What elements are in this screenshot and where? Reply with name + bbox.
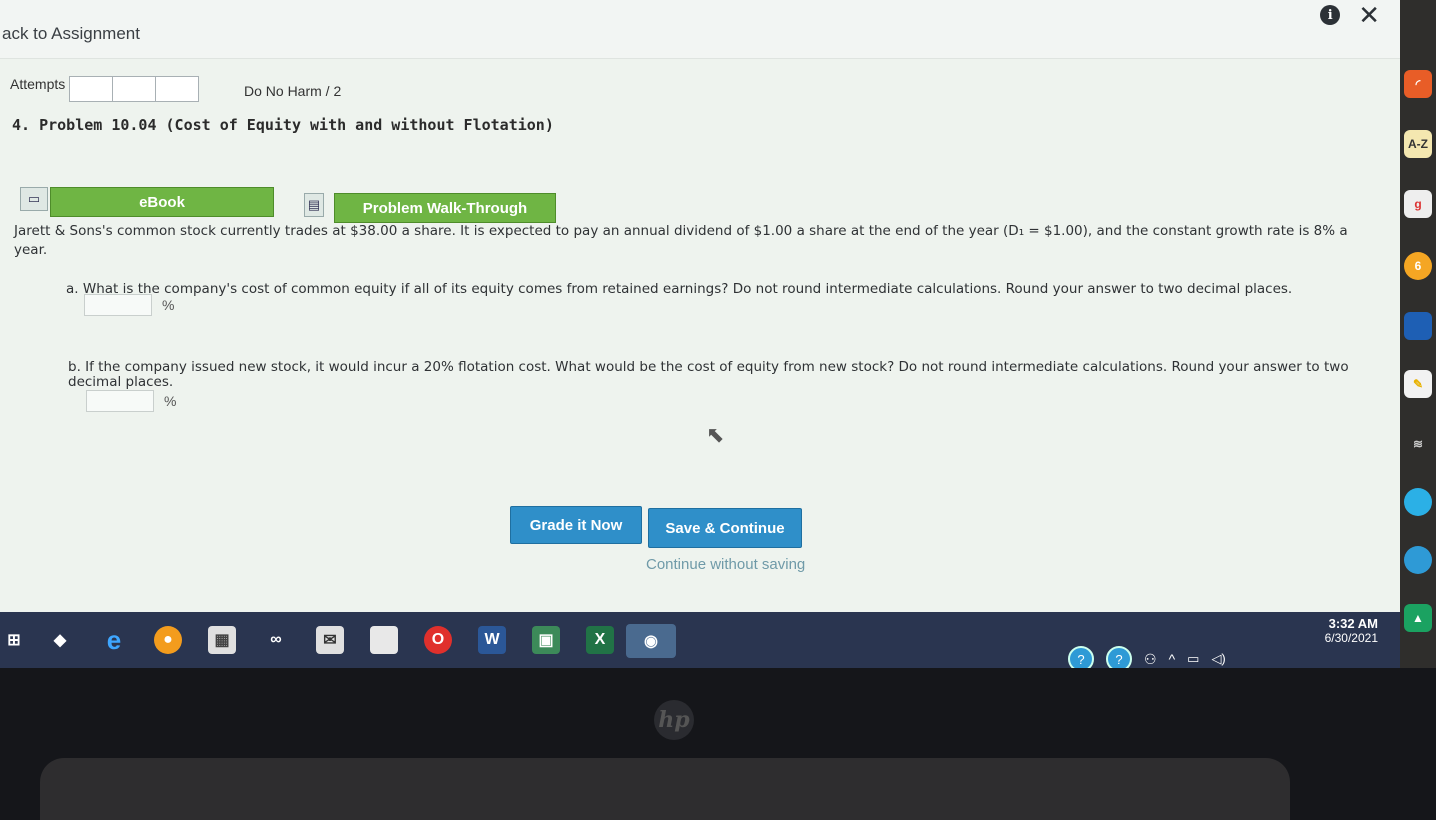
firefox-icon[interactable]: ● <box>154 626 182 654</box>
rss-icon[interactable]: ◜ <box>1404 70 1432 98</box>
attempt-box <box>70 77 114 101</box>
wireless-icon[interactable]: ≋ <box>1404 430 1432 458</box>
chrome-icon[interactable]: ◉ <box>626 624 676 658</box>
attempt-boxes <box>69 76 200 102</box>
part-b-input[interactable] <box>86 390 154 412</box>
film-icon: ▤ <box>304 193 324 217</box>
header-icons: i ✕ <box>1320 2 1380 28</box>
problem-walkthrough-button[interactable]: Problem Walk-Through <box>334 193 556 223</box>
six-icon[interactable]: 6 <box>1404 252 1432 280</box>
edge-icon[interactable]: e <box>100 625 128 655</box>
drive-icon[interactable]: ▲ <box>1404 604 1432 632</box>
save-and-continue-button[interactable]: Save & Continue <box>648 508 802 548</box>
opera-icon[interactable]: O <box>424 626 452 654</box>
mouse-cursor-icon: ⬉ <box>706 422 725 447</box>
chevron-up-icon[interactable]: ^ <box>1169 651 1176 667</box>
problem-stem: Jarett & Sons's common stock currently t… <box>14 223 1348 258</box>
assignment-header: ack to Assignment i ✕ <box>0 0 1400 59</box>
close-icon[interactable]: ✕ <box>1358 2 1380 28</box>
laptop-bezel: hp <box>0 668 1436 820</box>
excel-icon[interactable]: X <box>586 626 614 654</box>
blue-app-icon[interactable] <box>1404 488 1432 516</box>
az-icon[interactable]: A-Z <box>1404 130 1432 158</box>
part-b-answer-row: % <box>86 390 176 412</box>
attempt-box <box>113 77 157 101</box>
percent-unit: % <box>164 393 177 409</box>
store-icon[interactable]: ▦ <box>208 626 236 654</box>
people-icon[interactable]: ⚇ <box>1144 651 1157 668</box>
document-icon[interactable] <box>370 626 398 654</box>
attempts-row: Attempts <box>10 76 200 102</box>
attempts-label: Attempts <box>10 76 66 92</box>
grade-it-now-button[interactable]: Grade it Now <box>510 506 642 544</box>
part-a-answer-row: % <box>84 294 174 316</box>
word-icon[interactable]: W <box>478 626 506 654</box>
info-icon[interactable]: i <box>1320 5 1341 25</box>
photos-icon[interactable]: ▣ <box>532 626 560 654</box>
notebook-icon[interactable] <box>1404 312 1432 340</box>
dropbox-icon[interactable]: ◆ <box>46 626 74 654</box>
problem-title: 4. Problem 10.04 (Cost of Equity with an… <box>12 116 554 134</box>
browser-viewport: ack to Assignment i ✕ Attempts Do No Har… <box>0 0 1400 612</box>
side-dock: ◜ A-Z g 6 ✎ ≋ ▲ <box>1400 0 1436 668</box>
continue-without-saving-link[interactable]: Continue without saving <box>646 556 805 573</box>
clock-date: 6/30/2021 <box>1324 631 1378 645</box>
task-view-icon[interactable]: ⊞ <box>0 626 28 654</box>
back-to-assignment-link[interactable]: ack to Assignment <box>2 24 140 44</box>
system-clock[interactable]: 3:32 AM 6/30/2021 <box>1325 616 1378 645</box>
attempt-box <box>156 77 198 101</box>
hp-logo-icon: hp <box>654 700 694 740</box>
mail-icon[interactable]: ✉ <box>316 626 344 654</box>
ebook-button[interactable]: eBook <box>50 187 274 217</box>
part-a-question: a. What is the company's cost of common … <box>66 281 1293 297</box>
part-b-question: b. If the company issued new stock, it w… <box>68 359 1349 390</box>
percent-unit: % <box>162 297 175 313</box>
clock-time: 3:32 AM <box>1328 616 1378 631</box>
keyboard-edge <box>40 758 1290 820</box>
gmail-icon[interactable]: g <box>1404 190 1432 218</box>
score-label: Do No Harm / 2 <box>244 83 342 99</box>
book-icon: ▭ <box>20 187 48 211</box>
link-icon[interactable]: ∞ <box>262 626 290 654</box>
volume-icon[interactable]: ◁) <box>1211 651 1225 667</box>
battery-icon[interactable]: ▭ <box>1187 651 1199 667</box>
note-icon[interactable]: ✎ <box>1404 370 1432 398</box>
part-a-input[interactable] <box>84 294 152 316</box>
cloud-icon[interactable] <box>1404 546 1432 574</box>
